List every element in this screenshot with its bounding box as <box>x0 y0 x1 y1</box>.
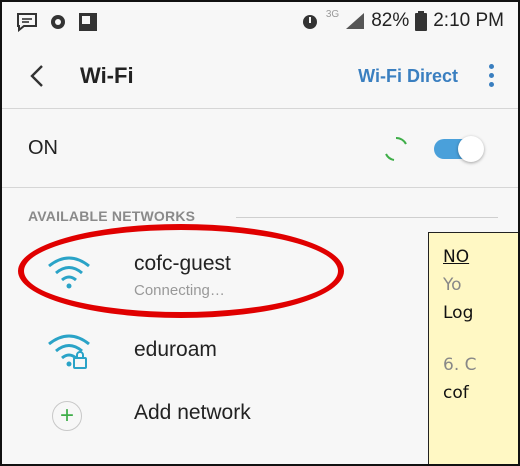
note-line-2: Yo <box>443 275 462 295</box>
note-line-5: cof <box>443 383 469 403</box>
gallery-icon <box>79 13 97 31</box>
settings-gear-icon <box>51 15 65 29</box>
instruction-note: NO Yo Log 6. C cof <box>428 232 518 464</box>
battery-icon <box>415 11 428 31</box>
status-bar: 3G 82% 2:10 PM <box>2 2 518 46</box>
wifi-direct-button[interactable]: Wi-Fi Direct <box>358 66 458 87</box>
battery-percent: 82% <box>371 10 410 31</box>
network-type: 3G <box>325 8 340 20</box>
note-line-3: Log <box>443 303 474 323</box>
wifi-icon <box>48 256 90 289</box>
note-line-4: 6. C <box>443 355 477 375</box>
wifi-lock-icon <box>48 334 90 369</box>
alarm-icon <box>302 15 317 29</box>
wifi-toggle-switch[interactable] <box>434 136 484 162</box>
page-title: Wi-Fi <box>80 63 134 88</box>
back-arrow-icon[interactable] <box>24 62 52 90</box>
network-name: eduroam <box>134 338 217 361</box>
status-bar-notifications <box>16 12 98 32</box>
message-icon <box>17 13 37 32</box>
wifi-state-label: ON <box>28 137 58 159</box>
loading-spinner-icon <box>385 136 407 161</box>
toggle-knob <box>458 136 484 162</box>
network-name: cofc-guest <box>134 252 231 275</box>
section-header: AVAILABLE NETWORKS <box>28 208 196 224</box>
wifi-toggle-row[interactable]: ON <box>2 109 518 188</box>
signal-icon <box>346 13 365 29</box>
add-network-button[interactable]: Add network <box>134 401 251 425</box>
network-status: Connecting… <box>134 282 225 299</box>
note-line-1: NO <box>443 247 470 267</box>
more-options-icon[interactable] <box>480 60 502 94</box>
add-network-plus-icon[interactable]: + <box>52 401 82 431</box>
clock: 2:10 PM <box>433 10 504 31</box>
status-bar-system: 3G 82% 2:10 PM <box>300 8 504 32</box>
phone-screen: 3G 82% 2:10 PM Wi-Fi Wi-Fi Direct ON AVA… <box>0 0 520 466</box>
app-header: Wi-Fi Wi-Fi Direct <box>2 46 518 109</box>
section-divider <box>236 217 498 218</box>
